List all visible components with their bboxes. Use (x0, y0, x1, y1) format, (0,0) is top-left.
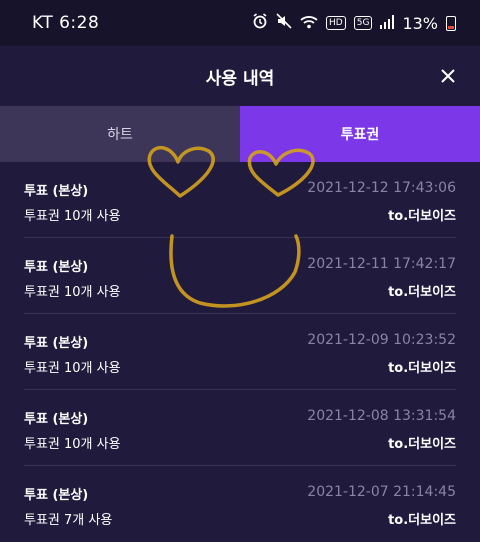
history-list: 투표 (본상) 2021-12-12 17:43:06 투표권 10개 사용 t… (0, 162, 480, 542)
entry-description: 투표권 7개 사용 (24, 513, 113, 528)
entry-title: 투표 (본상) (24, 260, 89, 275)
tab-heart[interactable]: 하트 (0, 106, 240, 162)
entry-recipient: to.더보이즈 (388, 437, 456, 452)
entry-recipient: to.더보이즈 (388, 513, 456, 528)
close-icon (441, 69, 455, 83)
signal-icon (380, 14, 395, 33)
entry-date: 2021-12-08 13:31:54 (307, 408, 456, 424)
entry-date: 2021-12-09 10:23:52 (307, 332, 456, 348)
entry-title: 투표 (본상) (24, 412, 89, 427)
page-title: 사용 내역 (205, 68, 275, 89)
status-bar: KT 6:28 HD 5G 13% (0, 0, 480, 46)
network-badge: 5G (353, 16, 373, 30)
entry-title: 투표 (본상) (24, 336, 89, 351)
battery-icon (446, 15, 456, 31)
list-item: 투표 (본상) 2021-12-09 10:23:52 투표권 10개 사용 t… (24, 314, 456, 390)
tab-bar: 하트 투표권 (0, 106, 480, 162)
alarm-icon (252, 13, 268, 33)
list-item: 투표 (본상) 2021-12-08 13:31:54 투표권 10개 사용 t… (24, 390, 456, 466)
list-item: 투표 (본상) 2021-12-12 17:43:06 투표권 10개 사용 t… (24, 162, 456, 238)
entry-description: 투표권 10개 사용 (24, 361, 121, 376)
entry-recipient: to.더보이즈 (388, 361, 456, 376)
list-item: 투표 (본상) 2021-12-11 17:42:17 투표권 10개 사용 t… (24, 238, 456, 314)
entry-title: 투표 (본상) (24, 488, 89, 503)
tab-vote-ticket[interactable]: 투표권 (240, 106, 480, 162)
header: 사용 내역 (0, 46, 480, 106)
close-button[interactable] (436, 64, 460, 88)
mute-icon (276, 13, 292, 33)
hd-voice-badge: HD (326, 16, 346, 30)
wifi-icon (300, 14, 318, 33)
carrier-time: KT 6:28 (32, 13, 100, 33)
entry-description: 투표권 10개 사용 (24, 437, 121, 452)
entry-recipient: to.더보이즈 (388, 285, 456, 300)
battery-percent: 13% (402, 13, 438, 33)
entry-title: 투표 (본상) (24, 184, 89, 199)
entry-recipient: to.더보이즈 (388, 209, 456, 224)
entry-date: 2021-12-07 21:14:45 (307, 484, 456, 500)
list-item: 투표 (본상) 2021-12-07 21:14:45 투표권 7개 사용 to… (24, 466, 456, 542)
entry-date: 2021-12-11 17:42:17 (307, 256, 456, 272)
entry-description: 투표권 10개 사용 (24, 285, 121, 300)
entry-description: 투표권 10개 사용 (24, 209, 121, 224)
status-icons: HD 5G 13% (252, 13, 456, 33)
entry-date: 2021-12-12 17:43:06 (307, 180, 456, 196)
